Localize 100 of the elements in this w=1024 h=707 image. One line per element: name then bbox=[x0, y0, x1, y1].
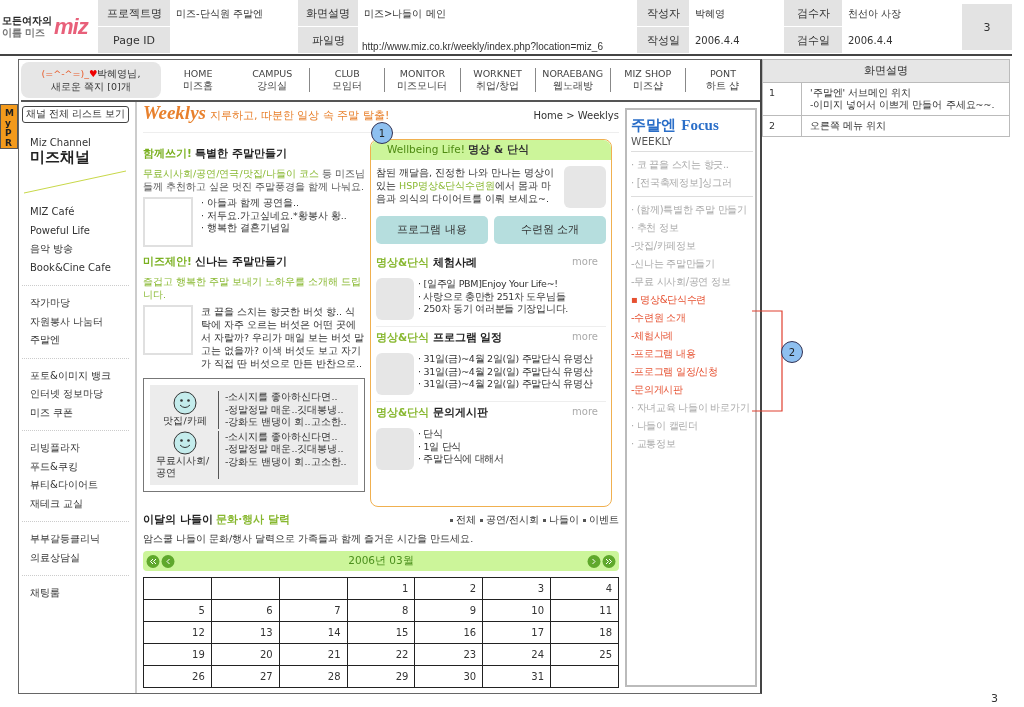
focus-menu-item[interactable]: -프로그램 일정/신청 bbox=[631, 363, 718, 381]
post-link[interactable]: · 사랑으로 충만한 251차 도우님들 bbox=[418, 290, 568, 303]
calendar-day[interactable]: 3 bbox=[537, 583, 545, 594]
sidebar-item[interactable]: MIZ Café bbox=[30, 203, 129, 222]
calendar-day[interactable]: 31 bbox=[531, 671, 545, 682]
sidebar-item[interactable]: 주말엔 bbox=[30, 331, 129, 350]
sidebar-item[interactable]: 작가마당 bbox=[30, 294, 129, 313]
focus-menu-item[interactable]: -문의게시판 bbox=[631, 381, 683, 399]
nav-link[interactable]: MIZ SHOP 미즈샵 bbox=[609, 68, 685, 92]
nav-link[interactable]: CLUB 모임터 bbox=[309, 68, 385, 92]
calendar-day[interactable]: 11 bbox=[599, 605, 612, 616]
image-placeholder bbox=[376, 428, 414, 470]
post-link[interactable]: · 31일(금)~4월 2일(일) 주말단식 유명산 bbox=[418, 378, 593, 391]
calendar-day[interactable]: 29 bbox=[395, 671, 409, 682]
calendar-day[interactable]: 6 bbox=[266, 605, 273, 616]
post-link[interactable]: -정말정말 매운..깃대봉냉.. bbox=[225, 443, 347, 456]
post-link[interactable]: -강화도 밴댕이 회..고소한.. bbox=[225, 416, 347, 429]
sidebar-item[interactable]: 부부갈등클리닉 bbox=[30, 530, 129, 549]
calendar-day[interactable]: 9 bbox=[469, 605, 477, 616]
calendar-day[interactable]: 19 bbox=[192, 649, 205, 660]
post-link[interactable]: -소시지를 좋아하신다면.. bbox=[225, 430, 347, 443]
nav-link[interactable]: WORKNET 취업/창업 bbox=[459, 68, 535, 92]
calendar-day[interactable]: 5 bbox=[198, 605, 205, 616]
calendar-day[interactable]: 23 bbox=[463, 649, 477, 660]
calendar-day[interactable]: 14 bbox=[327, 627, 341, 638]
sidebar-item[interactable]: 푸드&쿠킹 bbox=[30, 457, 129, 476]
calendar-day[interactable]: 20 bbox=[259, 649, 273, 660]
header-value: 미즈-단식원 주말엔 bbox=[176, 6, 263, 21]
focus-menu-item[interactable]: ▪ 명상&단식수련 bbox=[631, 291, 707, 309]
sidebar-item[interactable]: 미즈 쿠폰 bbox=[30, 403, 129, 422]
sidebar-item[interactable]: Book&Cine Cafe bbox=[30, 258, 129, 277]
post-link[interactable]: · 아들과 함께 공연을.. bbox=[201, 197, 347, 210]
row-number: 2 bbox=[769, 120, 776, 131]
calendar-day[interactable]: 27 bbox=[259, 671, 273, 682]
message-count[interactable]: 새로운 쪽지 [0]개 bbox=[51, 80, 131, 93]
calendar-day[interactable]: 7 bbox=[334, 605, 341, 616]
calendar-day[interactable]: 13 bbox=[259, 627, 273, 638]
header-label: 작성자 bbox=[646, 5, 680, 21]
sidebar-item[interactable]: 인터넷 정보마당 bbox=[30, 385, 129, 404]
focus-menu-item[interactable]: -프로그램 내용 bbox=[631, 345, 696, 363]
nav-link[interactable]: HOME 미즈홈 bbox=[161, 68, 236, 92]
calendar-day[interactable]: 25 bbox=[599, 649, 612, 660]
sidebar-item[interactable]: 재테크 교실 bbox=[30, 494, 129, 513]
my-pr-tab[interactable]: My PR bbox=[0, 104, 18, 149]
program-button[interactable]: 프로그램 내용 bbox=[376, 216, 488, 244]
channel-list-button[interactable]: 채널 전체 리스트 보기 bbox=[22, 106, 130, 123]
post-link[interactable]: -정말정말 매운..깃대봉냉.. bbox=[225, 403, 347, 416]
nav-link[interactable]: PONT 하트 샵 bbox=[684, 68, 760, 92]
post-link[interactable]: · [일주일 PBM]Enjoy Your Life~! bbox=[418, 278, 568, 291]
calendar-day[interactable]: 28 bbox=[327, 671, 341, 682]
nav-link[interactable]: CAMPUS 강의실 bbox=[235, 68, 310, 92]
calendar-day[interactable]: 26 bbox=[192, 671, 205, 682]
post-link[interactable]: · 31일(금)~4월 2일(일) 주말단식 유명산 bbox=[418, 353, 593, 366]
calendar-day[interactable]: 4 bbox=[605, 583, 612, 594]
filter-link[interactable]: 전체 bbox=[449, 513, 476, 527]
focus-menu-item[interactable]: -체험사례 bbox=[631, 327, 674, 345]
nav-link[interactable]: MONITOR 미즈모니터 bbox=[384, 68, 460, 92]
nav-link[interactable]: NORAEBANG 웹노래방 bbox=[534, 68, 610, 92]
sidebar-item[interactable]: 리빙플라자 bbox=[30, 439, 129, 458]
next-arrows-icon[interactable] bbox=[586, 553, 616, 569]
sidebar-item[interactable]: 의료상담실 bbox=[30, 548, 129, 567]
sidebar-item[interactable]: Poweful Life bbox=[30, 221, 129, 240]
post-link[interactable]: · 31일(금)~4월 2일(일) 주말단식 유명산 bbox=[418, 365, 593, 378]
breadcrumb[interactable]: Home > Weeklys bbox=[533, 110, 619, 121]
post-link[interactable]: -강화도 밴댕이 회..고소한.. bbox=[225, 455, 347, 468]
filter-link[interactable]: 공연/전시회 bbox=[479, 513, 539, 527]
calendar-day[interactable]: 15 bbox=[395, 627, 409, 638]
filter-link[interactable]: 나들이 bbox=[543, 513, 579, 527]
post-link[interactable]: · 250차 동기 여러분들 기장입니다. bbox=[418, 303, 568, 316]
focus-menu-item[interactable]: -수련원 소개 bbox=[631, 309, 686, 327]
post-link[interactable]: -소시지를 좋아하신다면.. bbox=[225, 391, 347, 404]
sidebar-item[interactable]: 채팅룸 bbox=[30, 584, 129, 603]
calendar-day[interactable]: 16 bbox=[463, 627, 477, 638]
post-link[interactable]: · 저두요.가고싶네요.*황봉사 황.. bbox=[201, 209, 347, 222]
filter-link[interactable]: 이벤트 bbox=[583, 513, 619, 527]
sidebar-item[interactable]: 음악 방송 bbox=[30, 240, 129, 259]
previous-arrows-icon[interactable] bbox=[146, 553, 176, 569]
sidebar-item[interactable]: 포토&이미지 뱅크 bbox=[30, 366, 129, 385]
calendar-day[interactable]: 18 bbox=[599, 627, 612, 638]
section-heading: 미즈제안! 신나는 주말만들기 bbox=[143, 255, 289, 269]
program-button[interactable]: 수련원 소개 bbox=[494, 216, 606, 244]
calendar-day[interactable]: 2 bbox=[469, 583, 477, 594]
post-link[interactable]: · 행복한 결혼기념일 bbox=[201, 222, 347, 235]
calendar-day[interactable]: 17 bbox=[531, 627, 545, 638]
post-link[interactable]: · 단식 bbox=[418, 428, 504, 441]
section-description: 무료시사회/공연/연극/맛집/나들이 코스 등 미즈님들께 추천하고 싶은 멋진 주말풍경을 함께 나눠요. bbox=[143, 167, 365, 193]
calendar-day[interactable]: 12 bbox=[192, 627, 205, 638]
calendar-day[interactable]: 1 bbox=[402, 583, 409, 594]
calendar-day[interactable]: 8 bbox=[402, 605, 409, 616]
calendar-day[interactable]: 22 bbox=[395, 649, 409, 660]
sidebar-item[interactable]: 뷰티&다이어트 bbox=[30, 476, 129, 495]
section-heading: 명상&단식 체험사례 bbox=[376, 256, 477, 270]
calendar-day[interactable]: 24 bbox=[531, 649, 545, 660]
header-value: http://www.miz.co.kr/weekly/index.php?location=miz_6 bbox=[362, 41, 603, 52]
calendar-day[interactable]: 10 bbox=[531, 605, 545, 616]
post-link[interactable]: · 주말단식에 대해서 bbox=[418, 453, 504, 466]
calendar-day[interactable]: 21 bbox=[327, 649, 341, 660]
sidebar-item[interactable]: 자원봉사 나눔터 bbox=[30, 312, 129, 331]
calendar-day[interactable]: 30 bbox=[463, 671, 477, 682]
post-link[interactable]: · 1일 단식 bbox=[418, 440, 504, 453]
